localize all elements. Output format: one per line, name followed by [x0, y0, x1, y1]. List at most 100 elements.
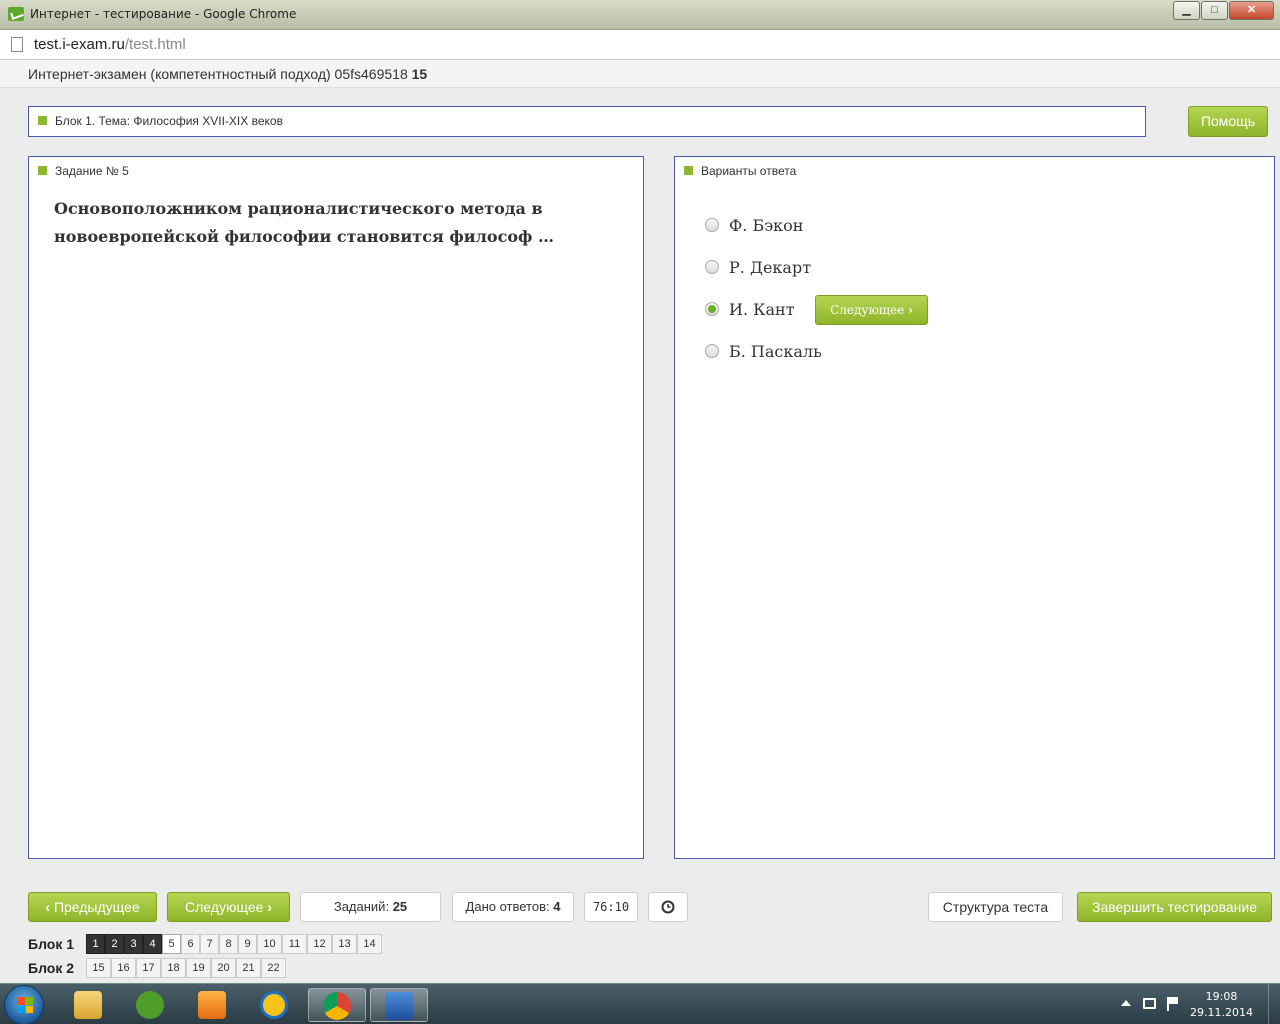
- question-nav-cell[interactable]: 7: [200, 934, 219, 954]
- option-label[interactable]: Ф. Бэкон: [729, 216, 803, 235]
- window-titlebar: Интернет - тестирование - Google Chrome …: [0, 0, 1280, 30]
- answer-option[interactable]: Б. Паскаль: [705, 339, 822, 363]
- marker-icon: [38, 116, 47, 125]
- next-button[interactable]: Следующее ›: [167, 892, 290, 922]
- taskbar-explorer[interactable]: [62, 988, 114, 1022]
- media-player-icon: [198, 991, 226, 1019]
- marker-icon: [38, 166, 47, 175]
- clock-icon: [661, 900, 675, 914]
- answers-title: Варианты ответа: [701, 164, 797, 178]
- exam-title-text: Интернет-экзамен (компетентностный подхо…: [28, 66, 408, 82]
- answer-option-selected[interactable]: И. Кант: [705, 297, 795, 321]
- answer-option[interactable]: Ф. Бэкон: [705, 213, 803, 237]
- taskbar-chrome[interactable]: [308, 988, 366, 1022]
- url-field[interactable]: test.i-exam.ru/test.html: [34, 36, 186, 53]
- taskbar-mail-agent[interactable]: [248, 988, 300, 1022]
- answer-option[interactable]: Р. Декарт: [705, 255, 811, 279]
- address-bar[interactable]: test.i-exam.ru/test.html: [0, 30, 1280, 60]
- mail-agent-icon: [260, 991, 288, 1019]
- maximize-button[interactable]: □: [1201, 1, 1228, 20]
- radio-button[interactable]: [705, 344, 719, 358]
- topic-label: Блок 1. Тема: Философия XVII-XIX веков: [38, 114, 283, 128]
- inline-next-button[interactable]: Следующее ›: [815, 295, 928, 325]
- block-1-label: Блок 1: [28, 936, 75, 952]
- question-nav-cell[interactable]: 16: [111, 958, 136, 978]
- finish-test-label: Завершить тестирование: [1092, 899, 1257, 915]
- previous-button[interactable]: ‹ Предыдущее: [28, 892, 157, 922]
- clock-button[interactable]: [648, 892, 688, 922]
- answered-count-value: 4: [553, 899, 561, 914]
- question-nav-cell[interactable]: 5: [162, 934, 181, 954]
- option-label[interactable]: И. Кант: [729, 300, 795, 319]
- action-center-flag-shape: [1169, 997, 1178, 1004]
- taskbar-media-player[interactable]: [186, 988, 238, 1022]
- explorer-icon: [74, 991, 102, 1019]
- question-nav-cell[interactable]: 9: [238, 934, 257, 954]
- question-nav-cell[interactable]: 2: [105, 934, 124, 954]
- clock-time: 19:08: [1205, 990, 1238, 1003]
- network-icon[interactable]: [1143, 998, 1156, 1009]
- chevron-right-icon: ›: [267, 899, 272, 915]
- option-label[interactable]: Р. Декарт: [729, 258, 811, 277]
- question-nav-cell[interactable]: 6: [181, 934, 200, 954]
- exam-title: Интернет-экзамен (компетентностный подхо…: [28, 66, 427, 82]
- tasks-count-value: 25: [392, 899, 408, 914]
- answered-count: Дано ответов: 4: [452, 892, 574, 922]
- chevron-right-icon: ›: [908, 303, 913, 317]
- radio-button[interactable]: [705, 260, 719, 274]
- question-nav-cell[interactable]: 22: [261, 958, 286, 978]
- answers-panel: Варианты ответа Ф. Бэкон Р. Декарт И. Ка…: [674, 156, 1275, 859]
- minimize-button[interactable]: ▁: [1173, 1, 1200, 20]
- question-nav-cell[interactable]: 15: [86, 958, 111, 978]
- task-panel: Задание № 5 Основоположником рационалист…: [28, 156, 644, 859]
- window-title: Интернет - тестирование - Google Chrome: [30, 7, 297, 21]
- question-nav-cell[interactable]: 17: [136, 958, 161, 978]
- answers-label: Варианты ответа: [684, 164, 796, 178]
- taskbar-utorrent[interactable]: [124, 988, 176, 1022]
- url-path: /test.html: [124, 36, 186, 53]
- window-controls: ▁ □ ✕: [1172, 1, 1274, 20]
- word-icon: [385, 992, 413, 1020]
- help-button[interactable]: Помощь: [1188, 106, 1268, 137]
- question-nav-cell[interactable]: 12: [307, 934, 332, 954]
- question-nav-cell[interactable]: 13: [332, 934, 357, 954]
- question-nav-cell[interactable]: 21: [236, 958, 261, 978]
- tasks-count-label: Заданий:: [333, 899, 390, 914]
- question-nav-cell[interactable]: 4: [143, 934, 162, 954]
- question-text: Основоположником рационалистического мет…: [54, 199, 554, 246]
- question-nav-cell[interactable]: 11: [282, 934, 307, 954]
- previous-label: Предыдущее: [53, 899, 140, 915]
- question-nav-cell[interactable]: 1: [86, 934, 105, 954]
- option-label[interactable]: Б. Паскаль: [729, 342, 822, 361]
- help-label: Помощь: [1200, 113, 1256, 129]
- radio-button[interactable]: [705, 218, 719, 232]
- question-nav-cell[interactable]: 20: [211, 958, 236, 978]
- show-desktop-button[interactable]: [1268, 984, 1280, 1024]
- exam-number: 15: [411, 66, 428, 82]
- marker-icon: [684, 166, 693, 175]
- timer-value: 76:10: [592, 900, 630, 914]
- chrome-icon: [323, 992, 351, 1020]
- windows-taskbar: 19:08 29.11.2014: [0, 983, 1280, 1024]
- next-label: Следующее: [185, 899, 264, 915]
- topic-text: Блок 1. Тема: Философия XVII-XIX веков: [55, 114, 283, 128]
- test-structure-button[interactable]: Структура теста: [928, 892, 1063, 922]
- question-nav-cell[interactable]: 3: [124, 934, 143, 954]
- page-icon: [11, 37, 23, 52]
- task-number: Задание № 5: [55, 164, 129, 178]
- taskbar-word[interactable]: [370, 988, 428, 1022]
- question-nav-cell[interactable]: 8: [219, 934, 238, 954]
- question-nav-cell[interactable]: 14: [357, 934, 382, 954]
- system-clock[interactable]: 19:08 29.11.2014: [1190, 989, 1253, 1021]
- show-hidden-icons-icon[interactable]: [1121, 1000, 1131, 1006]
- system-tray: 19:08 29.11.2014: [1105, 984, 1280, 1024]
- timer-display: 76:10: [584, 892, 638, 922]
- question-nav-cell[interactable]: 10: [257, 934, 282, 954]
- question-nav-cell[interactable]: 19: [186, 958, 211, 978]
- topic-panel: Блок 1. Тема: Философия XVII-XIX веков: [28, 106, 1146, 137]
- radio-button-checked[interactable]: [705, 302, 719, 316]
- finish-test-button[interactable]: Завершить тестирование: [1077, 892, 1272, 922]
- close-button[interactable]: ✕: [1229, 1, 1274, 20]
- question-nav-cell[interactable]: 18: [161, 958, 186, 978]
- start-button[interactable]: [4, 985, 44, 1024]
